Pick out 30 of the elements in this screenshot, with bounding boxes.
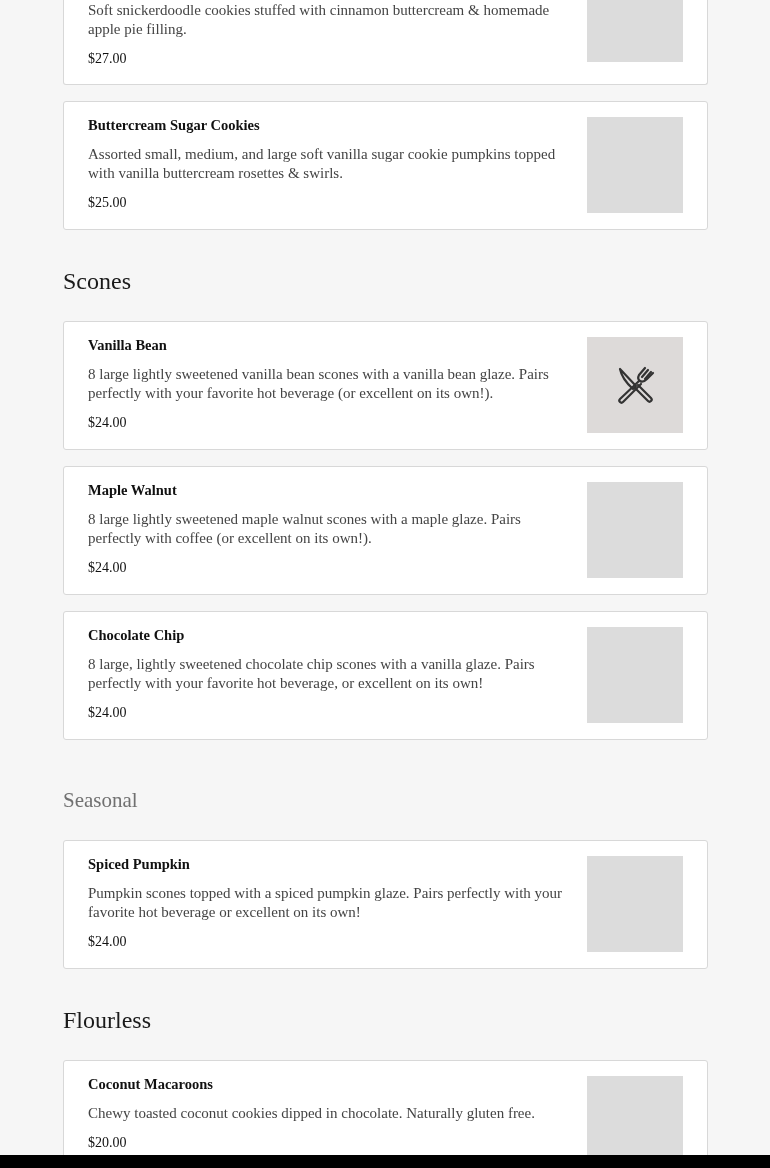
- item-price: $20.00: [88, 1134, 128, 1152]
- item-name: Chocolate Chip: [88, 627, 186, 644]
- item-description: Soft snickerdoodle cookies stuffed with cinnamon buttercream & homemade apple pie filling.: [88, 1, 551, 39]
- section-heading: Scones: [63, 267, 132, 296]
- section-heading: Flourless: [63, 1006, 152, 1035]
- item-price: $24.00: [88, 933, 128, 951]
- item-description: 8 large lightly sweetened vanilla bean scones with a vanilla bean glaze. Pairs perfectly with your favorite hot beverage (or excellent on its own!).: [88, 365, 550, 403]
- item-price: $24.00: [88, 414, 128, 432]
- menu-item-card[interactable]: Coconut Macaroons Chewy toasted coconut cookies dipped in chocolate. Naturally gluten free. $20.00: [63, 1060, 708, 1155]
- section-heading: Seasonal: [63, 787, 139, 814]
- item-description: Assorted small, medium, and large soft vanilla sugar cookie pumpkins topped with vanilla buttercream rosettes & swirls.: [88, 145, 557, 183]
- item-price: $24.00: [88, 559, 128, 577]
- item-description: 8 large, lightly sweetened chocolate chip scones with a vanilla glaze. Pairs perfectly with your favorite hot beverage, or excellent on its own!: [88, 655, 536, 693]
- menu-item-card[interactable]: Soft snickerdoodle cookies stuffed with cinnamon buttercream & homemade apple pie filling. $27.00: [63, 0, 708, 85]
- menu-item-card[interactable]: Spiced Pumpkin Pumpkin scones topped with a spiced pumpkin glaze. Pairs perfectly with your favorite hot beverage or excellent on its own! $24.00: [63, 840, 708, 969]
- item-price: $27.00: [88, 50, 128, 68]
- menu-item-card[interactable]: Buttercream Sugar Cookies Assorted small, medium, and large soft vanilla sugar cookie pumpkins topped with vanilla buttercream rosettes & swirls. $25.00: [63, 101, 708, 230]
- item-price: $25.00: [88, 194, 128, 212]
- item-name: Maple Walnut: [88, 482, 178, 499]
- item-name: Vanilla Bean: [88, 337, 168, 354]
- item-name: Coconut Macaroons: [88, 1076, 214, 1093]
- menu-item-card[interactable]: Chocolate Chip 8 large, lightly sweetened chocolate chip scones with a vanilla glaze. Pairs perfectly with your favorite hot beverage, or excellent on its own! $24.00: [63, 611, 708, 740]
- item-description: Pumpkin scones topped with a spiced pumpkin glaze. Pairs perfectly with your favorite hot beverage or excellent on its own!: [88, 884, 564, 922]
- menu-item-card[interactable]: Maple Walnut 8 large lightly sweetened maple walnut scones with a maple glaze. Pairs perfectly with coffee (or excellent on its own!). $24.00: [63, 466, 708, 595]
- item-price: $24.00: [88, 704, 128, 722]
- item-description: 8 large lightly sweetened maple walnut scones with a maple glaze. Pairs perfectly with coffee (or excellent on its own!).: [88, 510, 522, 548]
- item-name: Buttercream Sugar Cookies: [88, 117, 261, 134]
- menu-item-card[interactable]: Vanilla Bean 8 large lightly sweetened vanilla bean scones with a vanilla bean glaze. Pairs perfectly with your favorite hot beverage (or excellent on its own!). $24.00: [63, 321, 708, 450]
- item-name: Spiced Pumpkin: [88, 856, 191, 873]
- item-description: Chewy toasted coconut cookies dipped in chocolate. Naturally gluten free.: [88, 1104, 536, 1123]
